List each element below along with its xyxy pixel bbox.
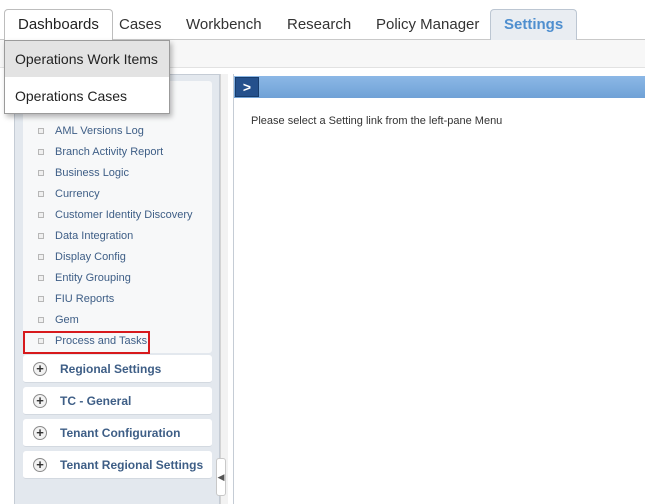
settings-link-process-and-tasks[interactable]: Process and Tasks — [23, 331, 212, 354]
settings-link-label: Process and Tasks — [55, 335, 148, 347]
settings-link-business-logic[interactable]: Business Logic — [23, 163, 212, 184]
settings-section-expanded: AML Versions Log Branch Activity Report … — [23, 81, 212, 354]
settings-link-display-config[interactable]: Display Config — [23, 247, 212, 268]
settings-link-fiu-reports[interactable]: FIU Reports — [23, 289, 212, 310]
expand-plus-icon[interactable]: + — [33, 394, 47, 408]
tab-policy-manager[interactable]: Policy Manager — [362, 9, 493, 40]
expand-plus-icon[interactable]: + — [33, 426, 47, 440]
tab-workbench[interactable]: Workbench — [172, 9, 276, 40]
tab-settings[interactable]: Settings — [490, 9, 578, 41]
settings-link-label: Display Config — [55, 251, 126, 263]
settings-link-branch-activity-report[interactable]: Branch Activity Report — [23, 142, 212, 163]
settings-link-data-integration[interactable]: Data Integration — [23, 226, 212, 247]
section-label: TC - General — [60, 394, 132, 408]
app-root: Dashboards Cases Workbench Research Poli… — [0, 0, 645, 504]
bullet-icon — [38, 128, 44, 134]
content-pane: > Please select a Setting link from the … — [233, 74, 645, 504]
bullet-icon — [38, 212, 44, 218]
tab-dashboards[interactable]: Dashboards — [4, 9, 113, 41]
settings-link-label: Business Logic — [55, 167, 129, 179]
section-regional-settings[interactable]: + Regional Settings — [23, 355, 212, 383]
bullet-icon — [38, 170, 44, 176]
bullet-icon — [38, 149, 44, 155]
settings-link-label: AML Versions Log — [55, 125, 144, 137]
settings-link-label: Customer Identity Discovery — [55, 209, 193, 221]
settings-link-label: Gem — [55, 314, 79, 326]
settings-link-aml-versions-log[interactable]: AML Versions Log — [23, 121, 212, 142]
menu-item-operations-cases[interactable]: Operations Cases — [5, 78, 169, 114]
settings-left-pane: AML Versions Log Branch Activity Report … — [14, 74, 220, 504]
bullet-icon — [38, 317, 44, 323]
settings-link-label: Branch Activity Report — [55, 146, 164, 158]
settings-link-list: AML Versions Log Branch Activity Report … — [23, 121, 212, 354]
settings-link-entity-grouping[interactable]: Entity Grouping — [23, 268, 212, 289]
expand-plus-icon[interactable]: + — [33, 458, 47, 472]
section-label: Tenant Regional Settings — [60, 458, 204, 472]
settings-link-label: Currency — [55, 188, 100, 200]
settings-link-label: Entity Grouping — [55, 272, 131, 284]
settings-link-gem[interactable]: Gem — [23, 310, 212, 331]
menu-item-operations-work-items[interactable]: Operations Work Items — [5, 41, 169, 77]
content-header-bar: > — [234, 76, 645, 98]
tab-cases[interactable]: Cases — [105, 9, 176, 40]
settings-link-label: FIU Reports — [55, 293, 115, 305]
main-tab-bar: Dashboards Cases Workbench Research Poli… — [0, 0, 645, 41]
bullet-icon — [38, 338, 44, 344]
bullet-icon — [38, 191, 44, 197]
settings-link-label: Data Integration — [55, 230, 134, 242]
content-placeholder-message: Please select a Setting link from the le… — [251, 115, 503, 127]
bullet-icon — [38, 296, 44, 302]
bullet-icon — [38, 254, 44, 260]
section-tc-general[interactable]: + TC - General — [23, 387, 212, 415]
section-tenant-configuration[interactable]: + Tenant Configuration — [23, 419, 212, 447]
pane-splitter[interactable] — [220, 74, 228, 504]
section-label: Tenant Configuration — [60, 426, 181, 440]
bullet-icon — [38, 275, 44, 281]
settings-link-customer-identity-discovery[interactable]: Customer Identity Discovery — [23, 205, 212, 226]
section-tenant-regional-settings[interactable]: + Tenant Regional Settings — [23, 451, 212, 479]
bullet-icon — [38, 233, 44, 239]
section-label: Regional Settings — [60, 362, 162, 376]
dashboards-dropdown-menu: Operations Work Items Operations Cases — [4, 40, 170, 114]
collapse-left-pane-icon[interactable]: ◀ — [216, 458, 226, 496]
expand-plus-icon[interactable]: + — [33, 362, 47, 376]
settings-link-currency[interactable]: Currency — [23, 184, 212, 205]
tab-research[interactable]: Research — [273, 9, 365, 40]
chevron-right-icon[interactable]: > — [235, 77, 259, 97]
